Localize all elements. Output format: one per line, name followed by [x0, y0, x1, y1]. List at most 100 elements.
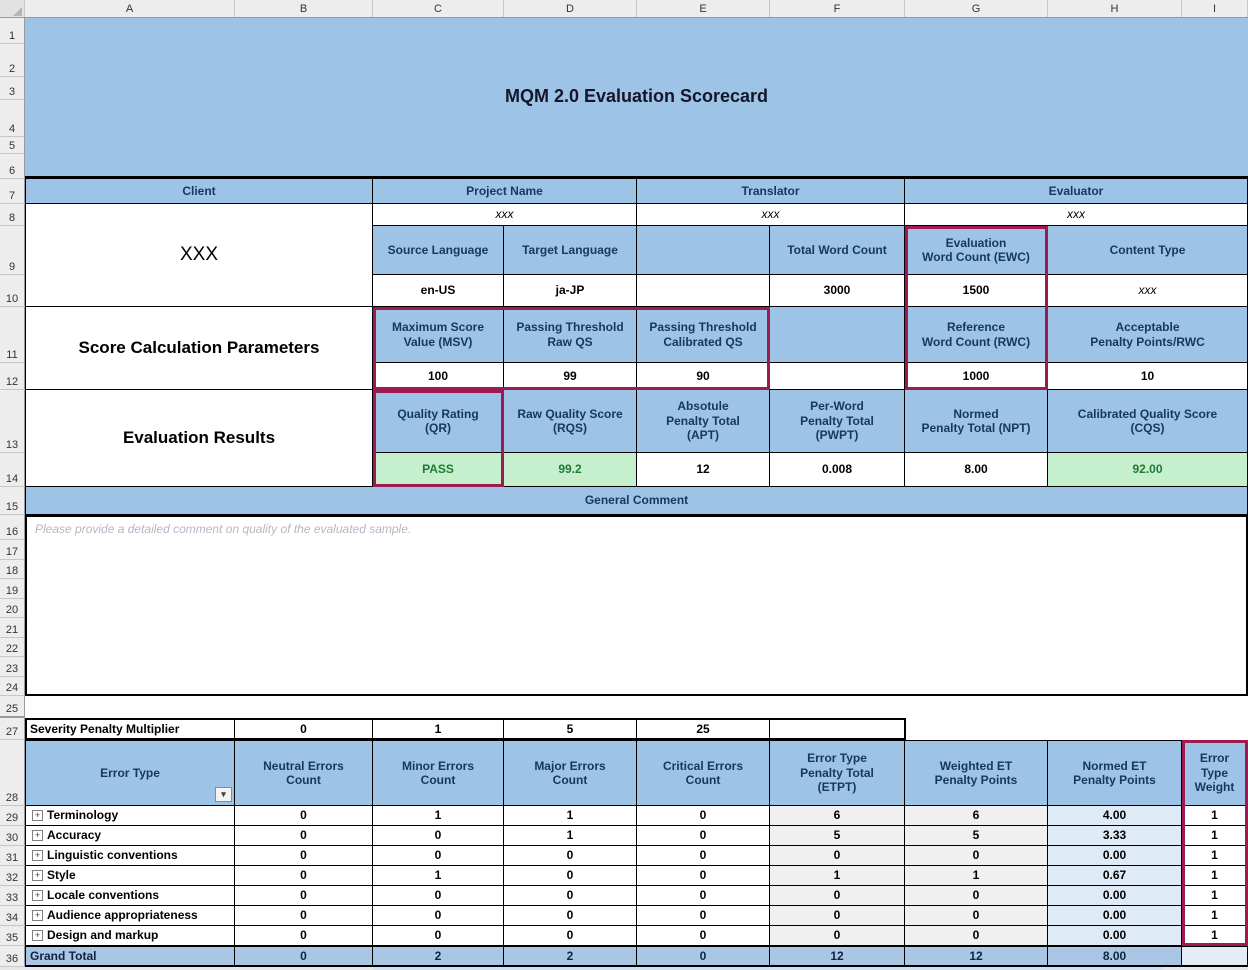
acceptable-penalty-value[interactable]: 10	[1048, 363, 1248, 390]
content-type-value[interactable]: xxx	[1048, 275, 1248, 307]
row-header-28[interactable]: 28	[0, 740, 25, 806]
major-count[interactable]: 0	[504, 926, 637, 946]
major-count[interactable]: 1	[504, 826, 637, 846]
row-header-29[interactable]: 29	[0, 806, 25, 826]
major-count[interactable]: 1	[504, 806, 637, 826]
major-count[interactable]: 0	[504, 886, 637, 906]
severity-critical-value[interactable]: 25	[637, 718, 770, 740]
empty-cell-e10[interactable]	[637, 275, 770, 307]
target-language-value[interactable]: ja-JP	[504, 275, 637, 307]
minor-count[interactable]: 0	[373, 826, 504, 846]
error-type-weight-value[interactable]: 1	[1182, 886, 1248, 906]
critical-count[interactable]: 0	[637, 926, 770, 946]
empty-cell-f27[interactable]	[770, 718, 905, 740]
row-header-5[interactable]: 5	[0, 137, 25, 154]
row-header-3[interactable]: 3	[0, 77, 25, 100]
row-header-21[interactable]: 21	[0, 618, 25, 638]
row-header-12[interactable]: 12	[0, 363, 25, 390]
row-header-15[interactable]: 15	[0, 487, 25, 515]
empty-cell-f12[interactable]	[770, 363, 905, 390]
row-header-7[interactable]: 7	[0, 179, 25, 204]
expand-icon[interactable]	[32, 910, 43, 921]
evaluation-word-count-value[interactable]: 1500	[905, 275, 1048, 307]
msv-value[interactable]: 100	[373, 363, 504, 390]
minor-count[interactable]: 1	[373, 806, 504, 826]
row-header-32[interactable]: 32	[0, 866, 25, 886]
row-header-14[interactable]: 14	[0, 453, 25, 487]
expand-icon[interactable]	[32, 830, 43, 841]
client-value[interactable]: XXX	[25, 204, 373, 307]
error-type-weight-value[interactable]: 1	[1182, 826, 1248, 846]
row-header-30[interactable]: 30	[0, 826, 25, 846]
neutral-count[interactable]: 0	[235, 906, 373, 926]
neutral-count[interactable]: 0	[235, 886, 373, 906]
neutral-count[interactable]: 0	[235, 846, 373, 866]
empty-cell-e9[interactable]	[637, 226, 770, 275]
error-type-weight-value[interactable]: 1	[1182, 846, 1248, 866]
row-header-6[interactable]: 6	[0, 154, 25, 179]
row-header-20[interactable]: 20	[0, 598, 25, 618]
row-header-36[interactable]: 36	[0, 946, 25, 967]
row-header-33[interactable]: 33	[0, 886, 25, 906]
expand-icon[interactable]	[32, 810, 43, 821]
col-header-f[interactable]: F	[770, 0, 905, 17]
col-header-d[interactable]: D	[504, 0, 637, 17]
row-header-25[interactable]: 25	[0, 696, 25, 718]
minor-count[interactable]: 0	[373, 846, 504, 866]
row-header-8[interactable]: 8	[0, 204, 25, 226]
passing-threshold-calibrated-value[interactable]: 90	[637, 363, 770, 390]
expand-icon[interactable]	[32, 870, 43, 881]
evaluator-value[interactable]: xxx	[905, 204, 1248, 226]
critical-count[interactable]: 0	[637, 826, 770, 846]
error-type-weight-value[interactable]: 1	[1182, 926, 1248, 946]
major-count[interactable]: 0	[504, 846, 637, 866]
col-header-h[interactable]: H	[1048, 0, 1182, 17]
select-all-corner[interactable]	[0, 0, 25, 17]
row-header-11[interactable]: 11	[0, 307, 25, 363]
row-header-16[interactable]: 16	[0, 515, 25, 540]
neutral-count[interactable]: 0	[235, 866, 373, 886]
row-header-22[interactable]: 22	[0, 637, 25, 657]
general-comment-input[interactable]: Please provide a detailed comment on qua…	[25, 515, 1248, 696]
severity-minor-value[interactable]: 1	[373, 718, 504, 740]
neutral-count[interactable]: 0	[235, 826, 373, 846]
critical-count[interactable]: 0	[637, 886, 770, 906]
row-header-17[interactable]: 17	[0, 540, 25, 560]
critical-count[interactable]: 0	[637, 866, 770, 886]
minor-count[interactable]: 0	[373, 926, 504, 946]
expand-icon[interactable]	[32, 850, 43, 861]
minor-count[interactable]: 0	[373, 886, 504, 906]
neutral-count[interactable]: 0	[235, 806, 373, 826]
translator-value[interactable]: xxx	[637, 204, 905, 226]
col-header-c[interactable]: C	[373, 0, 504, 17]
row-header-18[interactable]: 18	[0, 559, 25, 579]
project-name-value[interactable]: xxx	[373, 204, 637, 226]
critical-count[interactable]: 0	[637, 846, 770, 866]
passing-threshold-raw-value[interactable]: 99	[504, 363, 637, 390]
row-header-31[interactable]: 31	[0, 846, 25, 866]
source-language-value[interactable]: en-US	[373, 275, 504, 307]
total-word-count-value[interactable]: 3000	[770, 275, 905, 307]
major-count[interactable]: 0	[504, 906, 637, 926]
minor-count[interactable]: 1	[373, 866, 504, 886]
row-header-35[interactable]: 35	[0, 926, 25, 946]
expand-icon[interactable]	[32, 890, 43, 901]
rwc-value[interactable]: 1000	[905, 363, 1048, 390]
error-type-weight-value[interactable]: 1	[1182, 806, 1248, 826]
row-header-34[interactable]: 34	[0, 906, 25, 926]
row-header-4[interactable]: 4	[0, 100, 25, 137]
row-header-23[interactable]: 23	[0, 657, 25, 677]
severity-major-value[interactable]: 5	[504, 718, 637, 740]
row-header-9[interactable]: 9	[0, 226, 25, 275]
error-type-weight-value[interactable]: 1	[1182, 866, 1248, 886]
minor-count[interactable]: 0	[373, 906, 504, 926]
filter-dropdown-button[interactable]	[215, 787, 232, 802]
col-header-e[interactable]: E	[637, 0, 770, 17]
row-header-19[interactable]: 19	[0, 579, 25, 599]
major-count[interactable]: 0	[504, 866, 637, 886]
critical-count[interactable]: 0	[637, 806, 770, 826]
col-header-a[interactable]: A	[25, 0, 235, 17]
severity-neutral-value[interactable]: 0	[235, 718, 373, 740]
row-header-1[interactable]: 1	[0, 18, 25, 44]
row-header-13[interactable]: 13	[0, 390, 25, 453]
